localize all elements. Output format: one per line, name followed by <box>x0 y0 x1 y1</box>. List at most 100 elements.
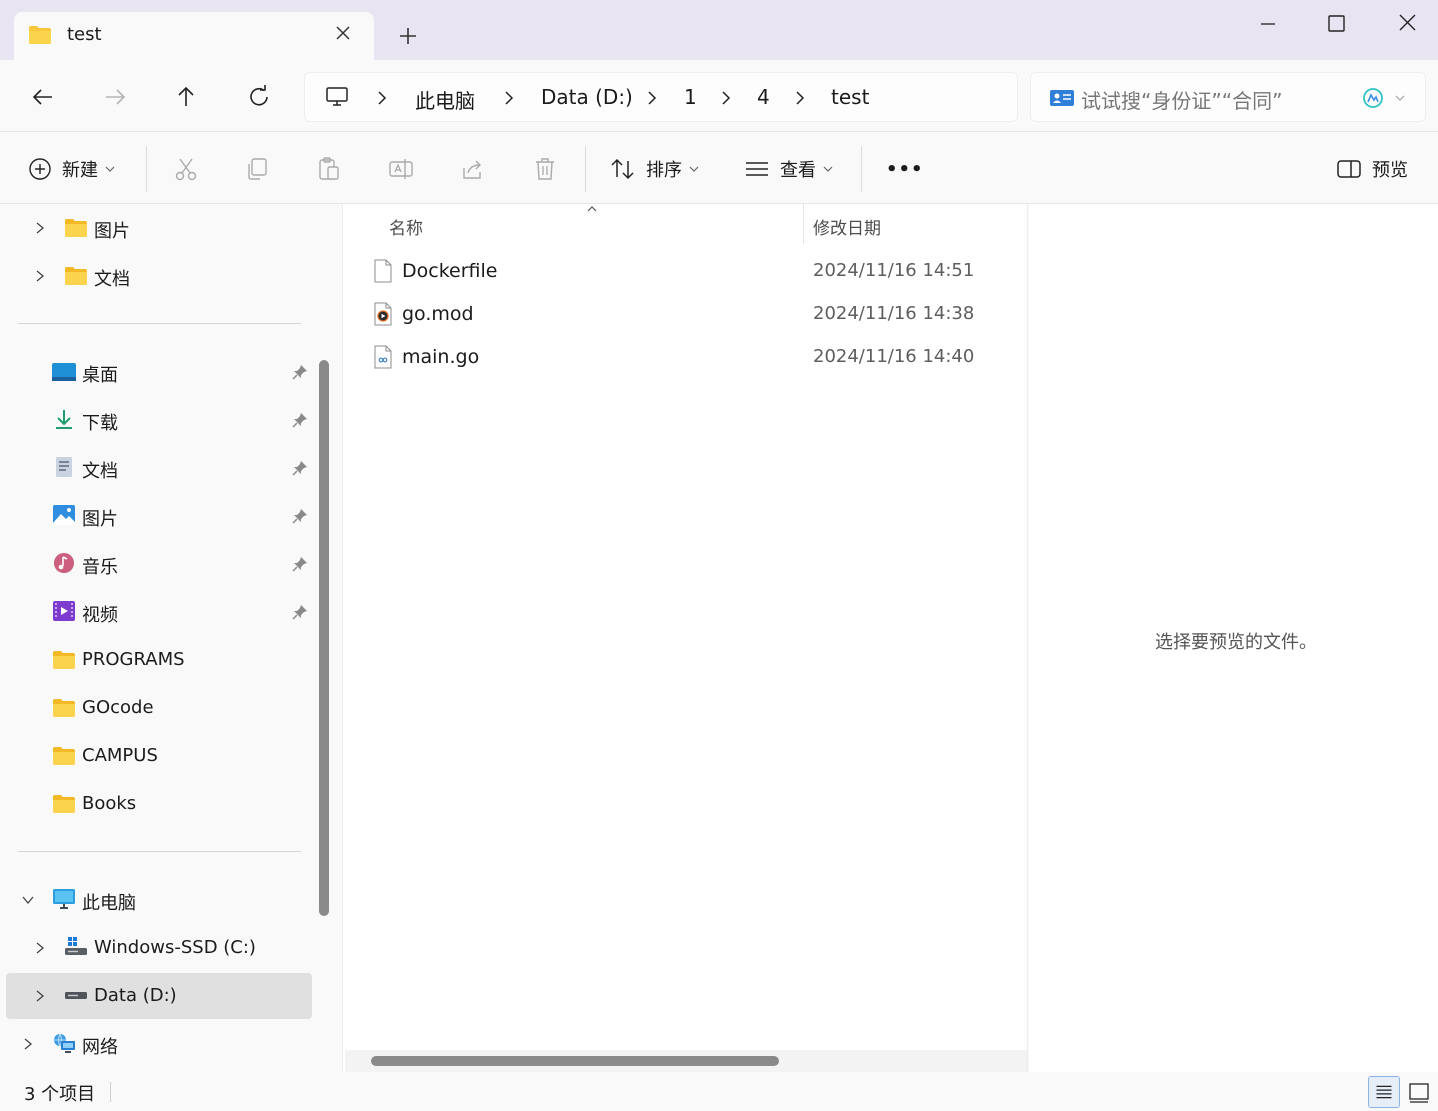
sort-label: 排序 <box>646 160 682 181</box>
sidebar-item-pictures-folder[interactable]: 图片 <box>6 205 312 251</box>
sidebar-item-network[interactable]: 网络 <box>6 1021 312 1067</box>
file-row-dockerfile[interactable]: Dockerfile 2024/11/16 14:51 <box>343 251 1029 293</box>
sidebar-item-label: 图片 <box>82 509 118 530</box>
breadcrumb-this-pc[interactable]: 此电脑 <box>415 85 475 114</box>
pin-icon[interactable] <box>292 556 308 572</box>
computer-icon[interactable] <box>325 86 349 108</box>
preview-pane-button[interactable]: 预览 <box>1336 154 1408 184</box>
sidebar-item-downloads[interactable]: 下载 <box>6 397 312 443</box>
file-modified-date: 2024/11/16 14:40 <box>813 346 975 367</box>
file-name: go.mod <box>402 303 474 325</box>
folder-icon <box>53 747 75 765</box>
sidebar-item-documents-folder[interactable]: 文档 <box>6 253 312 299</box>
column-header-modified[interactable]: 修改日期 <box>813 214 881 239</box>
close-window-icon[interactable] <box>1384 8 1430 40</box>
rename-icon[interactable] <box>388 156 414 182</box>
cut-icon[interactable] <box>173 156 199 182</box>
close-tab-icon[interactable] <box>332 22 354 44</box>
refresh-icon[interactable] <box>242 80 276 114</box>
sidebar-item-pictures[interactable]: 图片 <box>6 493 312 539</box>
chevron-right-icon[interactable] <box>375 89 389 107</box>
column-header-name[interactable]: 名称 <box>389 214 423 239</box>
file-modified-date: 2024/11/16 14:51 <box>813 260 975 281</box>
file-name: main.go <box>402 346 480 368</box>
sidebar-item-books[interactable]: Books <box>6 781 312 827</box>
delete-icon[interactable] <box>532 156 558 182</box>
breadcrumb-folder-4[interactable]: 4 <box>757 85 770 109</box>
sidebar-item-desktop[interactable]: 桌面 <box>6 349 312 395</box>
sidebar-item-campus[interactable]: CAMPUS <box>6 733 312 779</box>
back-arrow-icon[interactable] <box>26 80 60 114</box>
breadcrumb-test[interactable]: test <box>831 85 869 109</box>
minimize-icon[interactable] <box>1245 8 1291 40</box>
chevron-down-icon <box>689 166 699 172</box>
divider <box>585 146 586 192</box>
sidebar-item-documents[interactable]: 文档 <box>6 445 312 491</box>
sidebar-item-this-pc[interactable]: 此电脑 <box>6 877 312 923</box>
maximize-icon[interactable] <box>1313 8 1359 40</box>
pin-icon[interactable] <box>292 412 308 428</box>
tab-test[interactable]: test <box>14 12 374 60</box>
new-tab-icon[interactable] <box>396 24 420 48</box>
chevron-right-icon[interactable] <box>33 221 47 235</box>
file-row-go-mod[interactable]: go.mod 2024/11/16 14:38 <box>343 294 1029 336</box>
videos-icon <box>53 601 75 621</box>
chevron-right-icon[interactable] <box>33 989 47 1003</box>
sidebar-item-label: 下载 <box>82 413 118 434</box>
sidebar-item-videos[interactable]: 视频 <box>6 589 312 635</box>
sidebar-item-data-drive[interactable]: Data (D:) <box>6 973 312 1019</box>
horizontal-scrollbar[interactable] <box>345 1050 1027 1072</box>
chevron-down-icon <box>823 166 833 172</box>
sidebar-item-programs[interactable]: PROGRAMS <box>6 637 312 683</box>
copy-icon[interactable] <box>244 156 270 182</box>
chevron-down-icon[interactable] <box>21 893 35 907</box>
horizontal-scrollbar-thumb[interactable] <box>371 1056 779 1066</box>
folder-icon <box>29 26 51 44</box>
breadcrumb-folder-1[interactable]: 1 <box>684 85 697 109</box>
chevron-down-icon[interactable] <box>1393 91 1407 105</box>
chevron-right-icon[interactable] <box>33 269 47 283</box>
sidebar-scrollbar-thumb[interactable] <box>319 360 329 916</box>
address-bar[interactable]: 此电脑 Data (D:) 1 4 test <box>304 72 1018 122</box>
search-box[interactable]: 试试搜“身份证”“合同” <box>1030 72 1426 122</box>
sort-button[interactable]: 排序 <box>610 154 700 184</box>
file-row-main-go[interactable]: main.go 2024/11/16 14:40 <box>343 337 1029 379</box>
up-arrow-icon[interactable] <box>169 80 203 114</box>
pin-icon[interactable] <box>292 364 308 380</box>
breadcrumb-data-drive[interactable]: Data (D:) <box>541 85 633 109</box>
forward-arrow-icon[interactable] <box>98 80 132 114</box>
view-button[interactable]: 查看 <box>744 154 834 184</box>
new-button[interactable]: 新建 <box>28 154 116 184</box>
more-icon: ••• <box>886 158 924 180</box>
chevron-right-icon[interactable] <box>33 941 47 955</box>
pin-icon[interactable] <box>292 460 308 476</box>
large-icons-view-icon[interactable] <box>1404 1076 1436 1108</box>
sidebar-divider <box>18 851 301 852</box>
media-file-icon <box>374 302 392 326</box>
folder-icon <box>53 651 75 669</box>
sidebar-scrollbar[interactable] <box>314 204 340 1072</box>
status-bar: 3 个项目 <box>0 1072 1438 1111</box>
ai-search-icon[interactable] <box>1361 86 1385 110</box>
sidebar-item-gocode[interactable]: GOcode <box>6 685 312 731</box>
sidebar-item-windows-ssd[interactable]: Windows-SSD (C:) <box>6 925 312 971</box>
pin-icon[interactable] <box>292 508 308 524</box>
pictures-icon <box>53 505 75 525</box>
sidebar-item-music[interactable]: 音乐 <box>6 541 312 587</box>
share-icon[interactable] <box>460 156 486 182</box>
chevron-right-icon[interactable] <box>21 1037 35 1051</box>
chevron-right-icon[interactable] <box>719 89 733 107</box>
preview-pane-icon <box>1337 160 1361 178</box>
more-options-button[interactable]: ••• <box>886 154 924 184</box>
sidebar-item-label: 图片 <box>94 221 130 242</box>
sidebar-item-label: Books <box>82 793 137 814</box>
chevron-right-icon[interactable] <box>502 89 516 107</box>
chevron-right-icon[interactable] <box>793 89 807 107</box>
chevron-right-icon[interactable] <box>645 89 659 107</box>
paste-icon[interactable] <box>316 156 342 182</box>
column-divider[interactable] <box>803 204 804 244</box>
sidebar-item-label: Data (D:) <box>94 985 177 1006</box>
sidebar-item-label: 音乐 <box>82 557 118 578</box>
details-view-icon[interactable] <box>1368 1076 1400 1108</box>
pin-icon[interactable] <box>292 604 308 620</box>
